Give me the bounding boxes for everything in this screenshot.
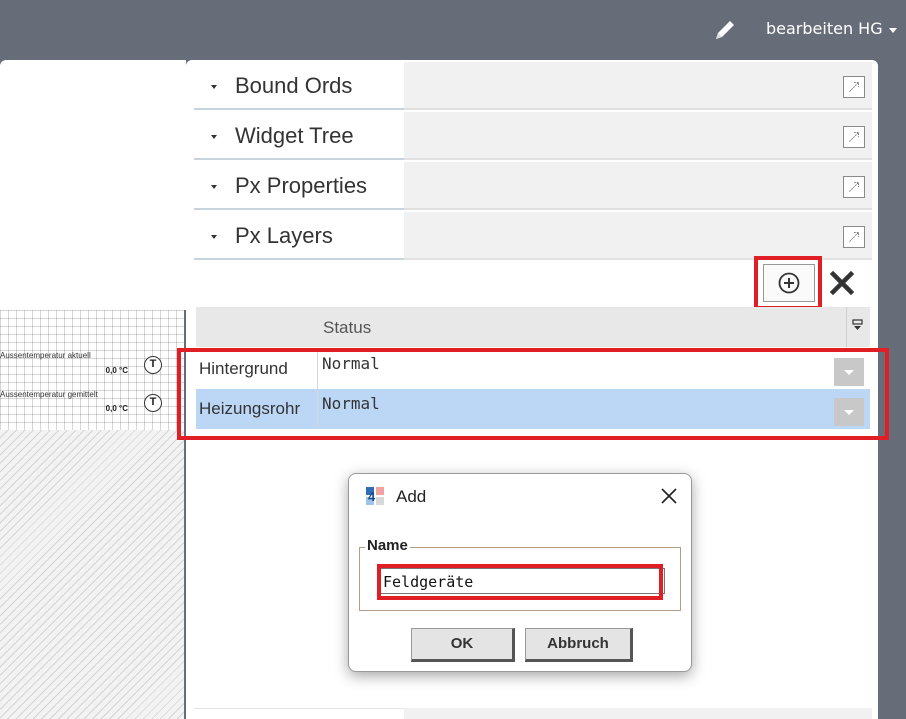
section-tab[interactable]: Px Properties [194, 162, 404, 210]
caret-down-icon [211, 235, 217, 239]
canvas-widget-value: 0,0 °C [105, 404, 128, 413]
caret-down-icon [211, 85, 217, 89]
canvas-widget-label: Aussentemperatur gemittelt [0, 390, 98, 399]
close-x-icon[interactable] [829, 270, 855, 296]
section-tab[interactable]: Widget Tree [194, 112, 404, 160]
cancel-button[interactable]: Abbruch [525, 628, 633, 662]
name-input-highlight [377, 564, 663, 600]
layers-table-header: Status [196, 307, 870, 347]
section-tab[interactable]: Px Layers [194, 212, 404, 260]
expand-icon[interactable] [843, 76, 865, 98]
section-tab[interactable]: Bound Ords [194, 62, 404, 110]
canvas-grid-area[interactable]: Aussentemperatur aktuell 0,0 °C T Aussen… [0, 310, 184, 430]
expand-icon[interactable] [843, 176, 865, 198]
section-bound-ords[interactable]: Bound Ords [194, 62, 872, 110]
section-title: Px Layers [235, 223, 333, 248]
svg-text:4: 4 [368, 489, 376, 504]
px-editor-canvas[interactable] [0, 60, 186, 310]
canvas-widget-value: 0,0 °C [105, 366, 128, 375]
canvas-widget-label: Aussentemperatur aktuell [0, 351, 91, 360]
thermometer-icon[interactable]: T [144, 356, 162, 374]
section-title: Bound Ords [235, 73, 353, 98]
column-header-status[interactable]: Status [323, 318, 371, 338]
column-divider [846, 307, 847, 347]
close-icon[interactable] [659, 486, 679, 506]
pencil-icon[interactable] [712, 17, 738, 43]
user-menu-label[interactable]: bearbeiten HG [766, 19, 883, 38]
layer-rows-highlight [177, 348, 889, 440]
expand-icon[interactable] [843, 126, 865, 148]
section-header-fill [404, 212, 872, 260]
app-logo-icon: 4 [366, 487, 384, 505]
top-bar: bearbeiten HG [0, 0, 906, 60]
section-title: Widget Tree [235, 123, 354, 148]
dialog-title: Add [396, 487, 427, 506]
thermometer-icon[interactable]: T [144, 394, 162, 412]
section-header-fill [404, 162, 872, 210]
section-px-properties[interactable]: Px Properties [194, 162, 872, 210]
section-header-fill [404, 62, 872, 110]
column-menu-icon[interactable] [852, 319, 864, 331]
section-collapsed-peek [194, 708, 872, 719]
chevron-down-icon[interactable] [889, 28, 897, 33]
add-button-highlight [754, 256, 822, 310]
section-header-fill [404, 112, 872, 160]
section-title: Px Properties [235, 173, 368, 198]
caret-down-icon [211, 185, 217, 189]
expand-icon[interactable] [843, 226, 865, 248]
ok-button[interactable]: OK [411, 628, 515, 662]
name-group-label: Name [365, 537, 410, 554]
section-widget-tree[interactable]: Widget Tree [194, 112, 872, 160]
caret-down-icon [211, 135, 217, 139]
section-px-layers[interactable]: Px Layers [194, 212, 872, 260]
